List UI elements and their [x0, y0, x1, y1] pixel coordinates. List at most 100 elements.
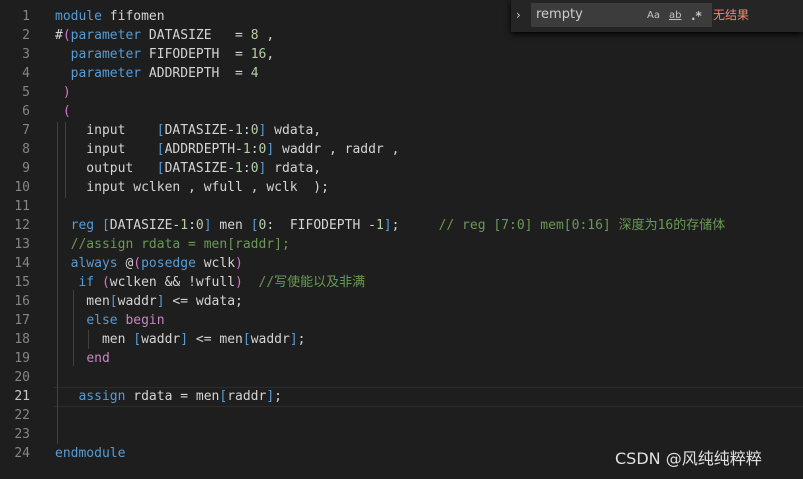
code-token: end: [86, 351, 110, 366]
line-code: output [DATASIZE-1:0] rdata,: [55, 159, 321, 178]
code-token: :: [242, 161, 251, 176]
match-case-icon[interactable]: Aa: [647, 9, 660, 23]
code-line[interactable]: 4 parameter ADDRDEPTH = 4: [0, 64, 803, 83]
code-token: ]: [180, 332, 189, 347]
code-token: men: [55, 332, 134, 347]
code-line[interactable]: 9 output [DATASIZE-1:0] rdata,: [0, 159, 803, 178]
code-token: // reg [7:0] mem[0:16] 深度为16的存储体: [438, 218, 726, 233]
code-line[interactable]: 7 input [DATASIZE-1:0] wdata,: [0, 121, 803, 140]
code-token: reg: [70, 218, 95, 233]
code-token: 1: [235, 123, 243, 138]
code-line[interactable]: 14 always @(posedge wclk): [0, 254, 803, 273]
code-token: 1: [180, 218, 189, 233]
code-token: waddr , raddr ,: [274, 142, 400, 157]
find-widget[interactable]: › rempty Aa ab .* 无结果: [511, 0, 803, 32]
code-line[interactable]: 13 //assign rdata = men[raddr];: [0, 235, 803, 254]
code-token: : FIFODEPTH -: [266, 218, 376, 233]
code-token: //assign rdata = men[raddr];: [70, 237, 290, 252]
line-code: reg [DATASIZE-1:0] men [0: FIFODEPTH -1]…: [55, 216, 726, 235]
code-token: assign: [78, 389, 126, 404]
find-input[interactable]: rempty Aa ab .*: [531, 3, 712, 27]
line-code: input wclken , wfull , wclk );: [55, 178, 329, 197]
code-token: ]: [266, 142, 275, 157]
line-number: 10: [14, 180, 30, 195]
code-token: DATASIZE =: [141, 28, 251, 43]
code-line[interactable]: 21 assign rdata = men[raddr];: [0, 387, 803, 406]
code-token: fifomen: [101, 9, 165, 24]
line-code: else begin: [55, 311, 164, 330]
code-editor[interactable]: 1 module fifomen 2 #(parameter DATASIZE = 8…: [0, 0, 803, 479]
code-token: ]: [383, 218, 392, 233]
find-input-value: rempty: [536, 7, 583, 22]
line-number: 21: [14, 389, 30, 404]
code-token: [: [133, 332, 142, 347]
code-line[interactable]: 8 input [ADDRDEPTH-1:0] waddr , raddr ,: [0, 140, 803, 159]
code-line[interactable]: 20: [0, 368, 803, 387]
code-token: 0: [195, 218, 204, 233]
line-number: 15: [14, 275, 30, 290]
line-number: 19: [14, 351, 30, 366]
code-line[interactable]: 11: [0, 197, 803, 216]
code-token: ): [235, 275, 243, 290]
line-number: 8: [22, 142, 30, 157]
line-number: 23: [14, 427, 30, 442]
code-token: ]: [156, 294, 165, 309]
code-line[interactable]: 17 else begin: [0, 311, 803, 330]
code-token: ;: [391, 218, 439, 233]
line-number: 17: [14, 313, 30, 328]
code-token: :: [242, 123, 251, 138]
regex-icon[interactable]: .*: [691, 9, 702, 23]
code-token: DATASIZE-: [164, 161, 236, 176]
line-number: 2: [22, 28, 30, 43]
line-number: 1: [22, 9, 30, 24]
code-line[interactable]: 6 (: [0, 102, 803, 121]
code-token: output: [55, 161, 157, 176]
code-token: wclk: [195, 256, 236, 271]
line-number: 4: [22, 66, 30, 81]
code-token: always: [70, 256, 118, 271]
line-number: 5: [22, 85, 30, 100]
code-line[interactable]: 5 ): [0, 83, 803, 102]
code-token: 0: [250, 161, 259, 176]
code-token: DATASIZE-: [164, 123, 236, 138]
code-line[interactable]: 10 input wclken , wfull , wclk );: [0, 178, 803, 197]
code-line[interactable]: 22: [0, 406, 803, 425]
code-token: ,: [258, 28, 275, 43]
line-code: (: [55, 102, 71, 121]
code-line[interactable]: 19 end: [0, 349, 803, 368]
line-number: 24: [14, 446, 30, 461]
code-token: parameter: [70, 47, 142, 62]
code-token: 1: [235, 161, 243, 176]
code-token: 4: [250, 66, 259, 81]
code-line[interactable]: 12 reg [DATASIZE-1:0] men [0: FIFODEPTH …: [0, 216, 803, 235]
code-token: else: [86, 313, 118, 328]
code-token: men: [55, 294, 110, 309]
line-number: 11: [14, 199, 30, 214]
line-number: 7: [22, 123, 30, 138]
code-token: DATASIZE-: [109, 218, 181, 233]
chevron-right-icon[interactable]: ›: [516, 8, 528, 22]
code-token: input: [55, 123, 157, 138]
code-line[interactable]: 23: [0, 425, 803, 444]
code-token: ]: [203, 218, 212, 233]
code-token: //写使能以及非满: [258, 275, 366, 290]
code-token: (: [62, 104, 71, 119]
code-token: ADDRDEPTH-: [164, 142, 243, 157]
whole-word-icon[interactable]: ab: [669, 9, 681, 23]
code-token: module: [55, 9, 102, 24]
code-line[interactable]: 18 men [waddr] <= men[waddr];: [0, 330, 803, 349]
line-code: input [ADDRDEPTH-1:0] waddr , raddr ,: [55, 140, 399, 159]
code-line[interactable]: 16 men[waddr] <= wdata;: [0, 292, 803, 311]
code-token: [: [101, 218, 110, 233]
line-number: 12: [14, 218, 30, 233]
line-code: parameter ADDRDEPTH = 4: [55, 64, 259, 83]
line-number: 3: [22, 47, 30, 62]
line-number: 6: [22, 104, 30, 119]
code-line[interactable]: 15 if (wclken && !wfull) //写使能以及非满: [0, 273, 803, 292]
code-line[interactable]: 3 parameter FIFODEPTH = 16,: [0, 45, 803, 64]
